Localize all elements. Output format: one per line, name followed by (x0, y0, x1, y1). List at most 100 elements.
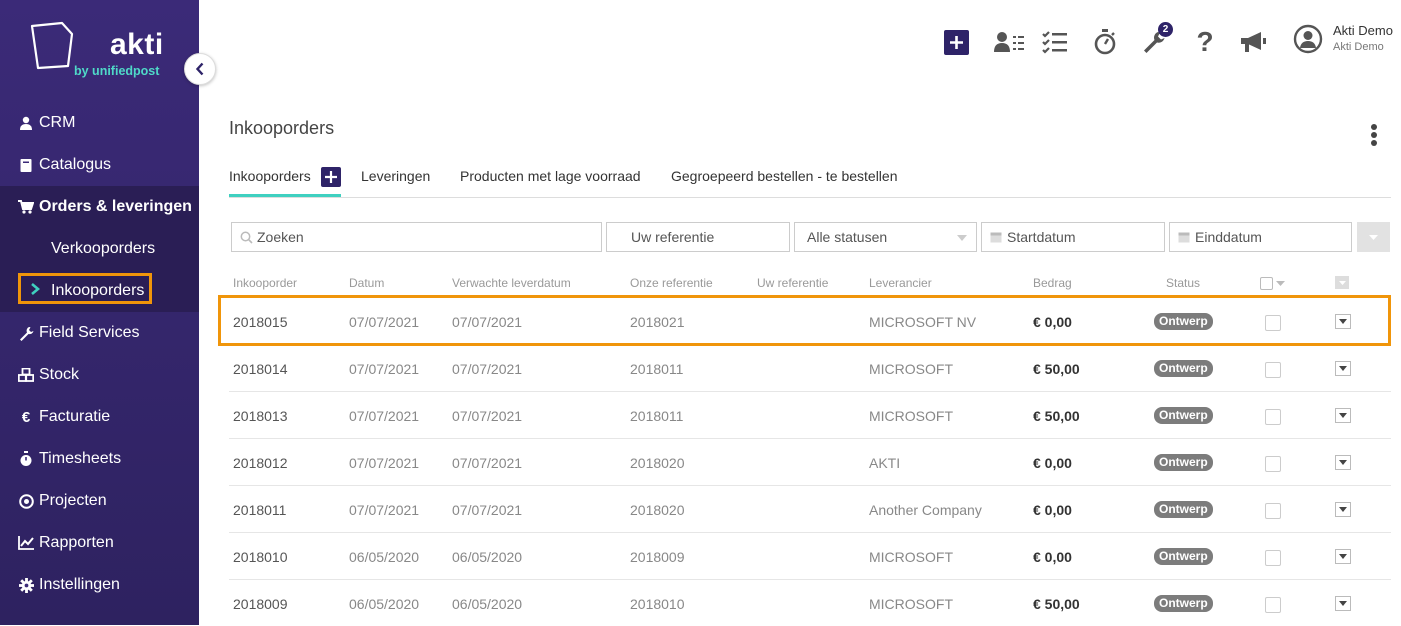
cell-inkooporder[interactable]: 2018013 (233, 408, 288, 424)
sidebar-item-crm[interactable]: CRM (0, 102, 199, 144)
sidebar-item-instellingen[interactable]: Instellingen (0, 564, 199, 606)
caret-down-icon[interactable] (1276, 281, 1285, 286)
sidebar-item-stock[interactable]: Stock (0, 354, 199, 396)
cell-bedrag: € 0,00 (1033, 502, 1072, 518)
cell-inkooporder[interactable]: 2018014 (233, 361, 288, 377)
row-checkbox[interactable] (1265, 597, 1281, 613)
timer-button[interactable] (1092, 29, 1118, 55)
caret-down-icon (1338, 280, 1346, 285)
column-header-uw-referentie[interactable]: Uw referentie (757, 276, 828, 290)
help-button[interactable]: ? (1192, 26, 1218, 57)
column-header-datum[interactable]: Datum (349, 276, 384, 290)
sidebar-item-catalogus[interactable]: Catalogus (0, 144, 199, 186)
cell-inkooporder[interactable]: 2018015 (233, 314, 288, 330)
row-checkbox[interactable] (1265, 409, 1281, 425)
row-actions-button[interactable] (1335, 596, 1351, 611)
reference-input[interactable]: Uw referentie (606, 222, 790, 252)
tab-bar: Inkooporders Leveringen Producten met la… (229, 160, 1391, 198)
row-actions-button[interactable] (1335, 408, 1351, 423)
row-actions-button[interactable] (1335, 549, 1351, 564)
cell-inkooporder[interactable]: 2018011 (233, 502, 286, 518)
akti-logo[interactable]: akti by unifiedpost (28, 20, 178, 85)
sidebar-item-verkooporders[interactable]: Verkooporders (0, 228, 199, 270)
cell-leverancier[interactable]: MICROSOFT (869, 408, 953, 424)
column-header-onze-referentie[interactable]: Onze referentie (630, 276, 713, 290)
wrench-icon (18, 325, 34, 341)
cart-icon (18, 199, 34, 215)
sidebar-item-timesheets[interactable]: Timesheets (0, 438, 199, 480)
select-all-checkbox[interactable] (1260, 277, 1273, 290)
cell-leverancier[interactable]: MICROSOFT (869, 361, 953, 377)
sidebar-item-facturatie[interactable]: € Facturatie (0, 396, 199, 438)
cell-inkooporder[interactable]: 2018012 (233, 455, 288, 471)
cell-leverancier[interactable]: MICROSOFT (869, 549, 953, 565)
cell-onze-referentie: 2018020 (630, 502, 685, 518)
tools-button[interactable]: 2 (1141, 22, 1173, 55)
tab-leveringen[interactable]: Leveringen (361, 168, 430, 184)
sidebar-item-label: Instellingen (39, 576, 120, 593)
table-row[interactable]: 2018011 07/07/2021 07/07/2021 2018020 An… (229, 485, 1391, 533)
cell-inkooporder[interactable]: 2018009 (233, 596, 288, 612)
table-row[interactable]: 2018009 06/05/2020 06/05/2020 2018010 MI… (229, 579, 1391, 626)
cell-leverancier[interactable]: AKTI (869, 455, 900, 471)
contacts-button[interactable] (993, 29, 1025, 55)
row-checkbox[interactable] (1265, 362, 1281, 378)
status-badge: Ontwerp (1154, 454, 1213, 471)
add-inkooporder-button[interactable] (321, 167, 341, 187)
table-row[interactable]: 2018013 07/07/2021 07/07/2021 2018011 MI… (229, 391, 1391, 439)
table-row[interactable]: 2018014 07/07/2021 07/07/2021 2018011 MI… (229, 344, 1391, 392)
column-header-bedrag[interactable]: Bedrag (1033, 276, 1072, 290)
row-actions-button[interactable] (1335, 455, 1351, 470)
sidebar-collapse-button[interactable] (184, 53, 216, 85)
sidebar-item-field-services[interactable]: Field Services (0, 312, 199, 354)
filter-dropdown-button[interactable] (1357, 222, 1390, 252)
sidebar-item-projecten[interactable]: Projecten (0, 480, 199, 522)
cell-datum: 07/07/2021 (349, 408, 420, 424)
cell-leverancier[interactable]: MICROSOFT (869, 596, 953, 612)
cell-datum: 07/07/2021 (349, 502, 420, 518)
column-header-verwachte-leverdatum[interactable]: Verwachte leverdatum (452, 276, 571, 290)
user-avatar[interactable] (1293, 24, 1323, 54)
caret-down-icon (1339, 554, 1347, 559)
row-actions-button[interactable] (1335, 314, 1351, 329)
column-header-status[interactable]: Status (1166, 276, 1200, 290)
row-checkbox[interactable] (1265, 550, 1281, 566)
announcements-button[interactable] (1239, 29, 1269, 55)
row-checkbox[interactable] (1265, 315, 1281, 331)
column-header-inkooporder[interactable]: Inkooporder (233, 276, 297, 290)
end-date-input[interactable]: Einddatum (1169, 222, 1352, 252)
caret-down-icon (1339, 460, 1347, 465)
sidebar-item-rapporten[interactable]: Rapporten (0, 522, 199, 564)
calendar-icon (1178, 232, 1190, 243)
search-input[interactable]: Zoeken (231, 222, 602, 252)
tab-inkooporders[interactable]: Inkooporders (229, 168, 311, 184)
sidebar-item-orders[interactable]: Orders & leveringen (0, 186, 199, 228)
status-badge: Ontwerp (1154, 595, 1213, 612)
row-actions-button[interactable] (1335, 361, 1351, 376)
row-checkbox[interactable] (1265, 503, 1281, 519)
sidebar-nav: CRM Catalogus Orders & leveringen Verkoo… (0, 102, 199, 606)
cell-inkooporder[interactable]: 2018010 (233, 549, 288, 565)
column-header-leverancier[interactable]: Leverancier (869, 276, 932, 290)
row-actions-button[interactable] (1335, 502, 1351, 517)
more-options-button[interactable] (1368, 123, 1380, 149)
status-select[interactable]: Alle statusen (794, 222, 977, 252)
sidebar-item-label: Catalogus (39, 156, 112, 173)
bulk-actions-button[interactable] (1335, 276, 1349, 289)
start-date-input[interactable]: Startdatum (981, 222, 1165, 252)
table-row[interactable]: 2018010 06/05/2020 06/05/2020 2018009 MI… (229, 532, 1391, 580)
add-button[interactable] (943, 29, 969, 55)
user-name[interactable]: Akti Demo (1333, 23, 1393, 38)
table-row[interactable]: 2018015 07/07/2021 07/07/2021 2018021 MI… (229, 297, 1391, 345)
cell-leverancier[interactable]: MICROSOFT NV (869, 314, 976, 330)
tab-gegroepeerd-bestellen[interactable]: Gegroepeerd bestellen - te bestellen (671, 168, 897, 184)
table-row[interactable]: 2018012 07/07/2021 07/07/2021 2018020 AK… (229, 438, 1391, 486)
caret-down-icon (957, 235, 967, 241)
tasks-button[interactable] (1042, 29, 1068, 55)
row-checkbox[interactable] (1265, 456, 1281, 472)
tab-lage-voorraad[interactable]: Producten met lage voorraad (460, 168, 641, 184)
cell-leverancier[interactable]: Another Company (869, 502, 982, 518)
sidebar-item-inkooporders[interactable]: Inkooporders (0, 270, 199, 312)
status-badge: Ontwerp (1154, 548, 1213, 565)
brand-name: akti (110, 28, 164, 61)
